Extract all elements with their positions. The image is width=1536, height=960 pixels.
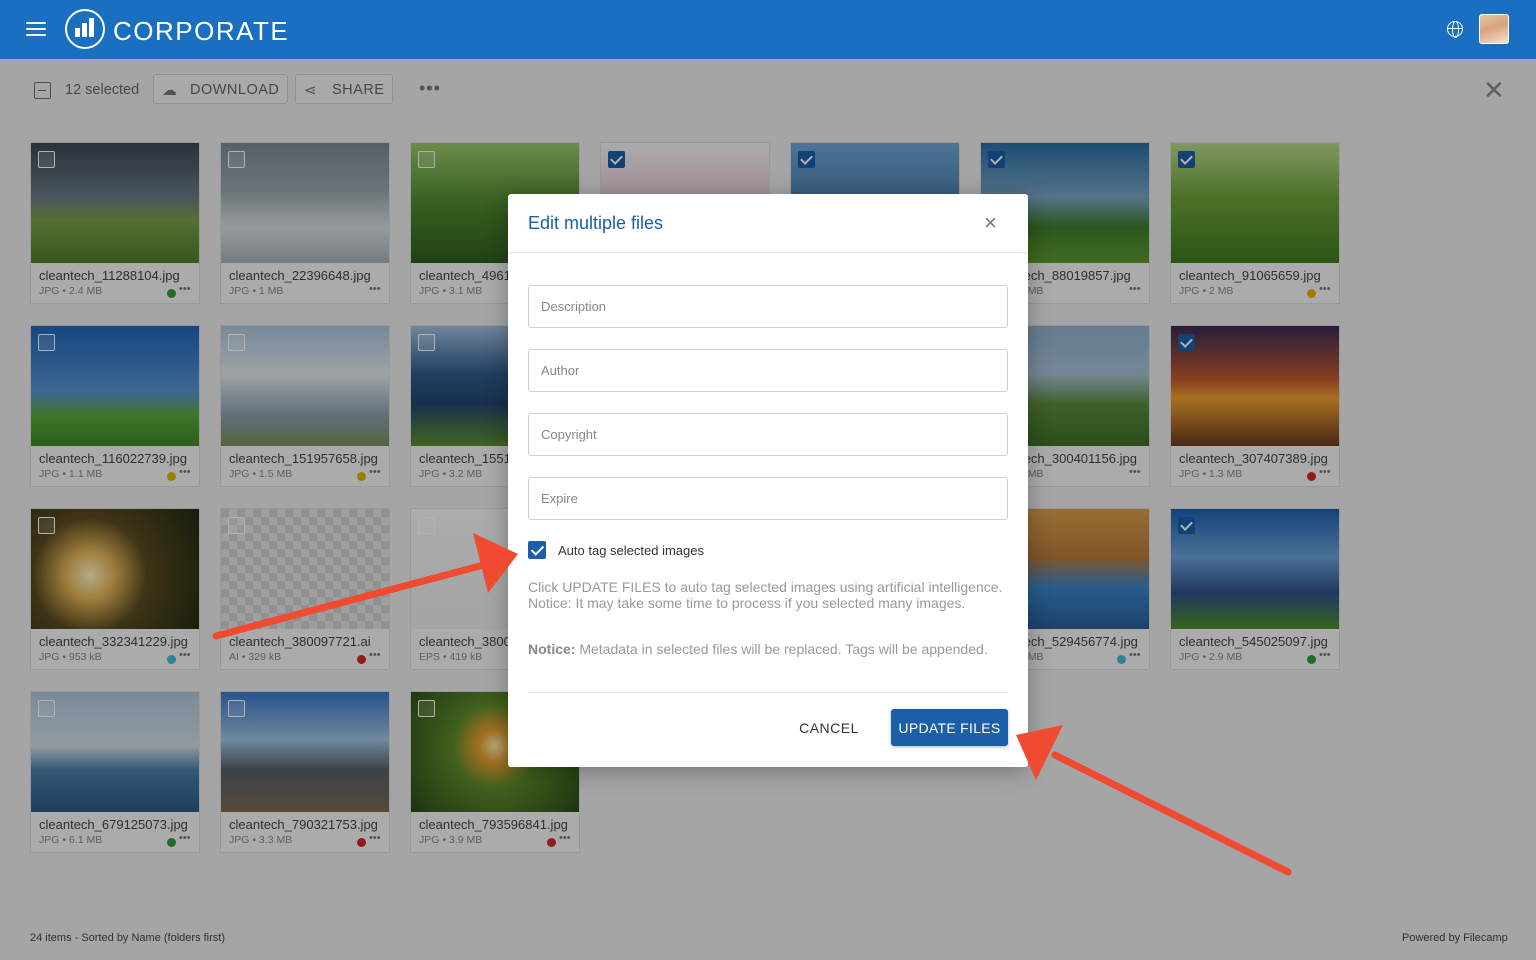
expire-field[interactable] [528, 477, 1008, 520]
notice-text: Metadata in selected files will be repla… [575, 641, 988, 657]
app-header: CORPORATE [0, 0, 1536, 59]
description-field[interactable] [528, 285, 1008, 328]
avatar[interactable] [1479, 14, 1509, 44]
dialog-title: Edit multiple files [528, 213, 664, 233]
divider [508, 252, 1028, 253]
close-icon[interactable]: × [984, 210, 997, 236]
auto-tag-label[interactable]: Auto tag selected images [558, 543, 704, 558]
cancel-button[interactable]: CANCEL [788, 710, 870, 746]
menu-icon[interactable] [26, 22, 46, 38]
author-field[interactable] [528, 349, 1008, 392]
copyright-field[interactable] [528, 413, 1008, 456]
globe-icon[interactable] [1447, 21, 1463, 38]
edit-multiple-files-dialog: Edit multiple files × Auto tag selected … [508, 194, 1028, 767]
auto-tag-checkbox[interactable] [528, 541, 546, 559]
auto-tag-info: Click UPDATE FILES to auto tag selected … [528, 579, 1003, 611]
metadata-notice: Notice: Metadata in selected files will … [528, 641, 1013, 657]
update-files-button[interactable]: UPDATE FILES [891, 709, 1008, 746]
divider [528, 692, 1008, 693]
notice-label: Notice: [528, 641, 576, 657]
logo-icon [65, 9, 105, 49]
brand-name: CORPORATE [113, 16, 290, 46]
